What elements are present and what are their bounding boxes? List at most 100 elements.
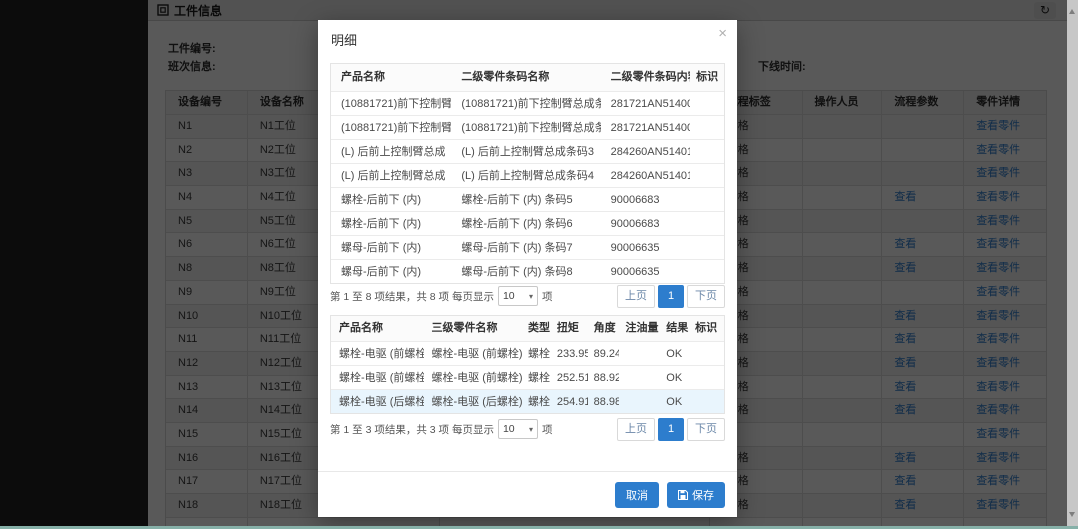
- col-mark: 标识: [690, 64, 724, 91]
- barcode-table: 产品名称 二级零件条码名称 二级零件条码内容 标识 (10881721)前下控制…: [330, 63, 725, 284]
- save-button[interactable]: 保存: [667, 482, 725, 508]
- cell: 252.51: [551, 366, 588, 389]
- scroll-up-icon[interactable]: [1069, 9, 1075, 14]
- cell: 284260AN5140123: [601, 164, 691, 187]
- cell: [690, 164, 724, 187]
- cell: (10881721)前下控制臂总成: [331, 116, 451, 139]
- scrollbar[interactable]: [1067, 0, 1078, 526]
- save-icon: [678, 490, 688, 500]
- cell: 284260AN5140110: [601, 140, 691, 163]
- torque-table-header: 产品名称 三级零件名称 类型 扭矩 角度 注油量 结果 标识: [331, 316, 724, 341]
- cell: 螺栓-后前下 (内): [331, 188, 451, 211]
- screen: 工件信息 ↻ 工件编号: 班次信息: 下线时间: 设备编号 设备名称 过程标签 …: [0, 0, 1078, 529]
- cell: [690, 236, 724, 259]
- page-1-button[interactable]: 1: [658, 285, 684, 308]
- cell: (L) 后前上控制臂总成条码4: [451, 164, 600, 187]
- chevron-down-icon: ▾: [529, 425, 533, 434]
- pagination-info: 第 1 至 8 项结果，共 8 项 每页显示 10 ▾ 项: [330, 286, 552, 306]
- per-page-value: 10: [503, 423, 515, 435]
- per-page-select[interactable]: 10 ▾: [498, 286, 538, 306]
- cell: 90006683: [601, 188, 691, 211]
- cancel-button[interactable]: 取消: [615, 482, 659, 508]
- cell: (L) 后前上控制臂总成: [331, 164, 451, 187]
- torque-table-body: 螺栓-电驱 (前螺栓)螺栓-电驱 (前螺栓) 1螺栓233.9589.24OK螺…: [331, 341, 724, 413]
- detail-modal: 明细 × 产品名称 二级零件条码名称 二级零件条码内容 标识 (10881721…: [318, 20, 737, 517]
- cell: 螺栓-电驱 (前螺栓) 2: [424, 366, 522, 389]
- scroll-down-icon[interactable]: [1069, 512, 1075, 517]
- cell: OK: [660, 342, 689, 365]
- col-angle: 角度: [588, 316, 620, 341]
- col-barcode-name: 二级零件条码名称: [451, 64, 600, 91]
- cell: 281721AN5140044: [601, 116, 691, 139]
- cell: 233.95: [551, 342, 588, 365]
- barcode-row: 螺栓-后前下 (内)螺栓-后前下 (内) 条码590006683: [331, 187, 724, 211]
- cell: 螺栓-电驱 (前螺栓): [331, 366, 424, 389]
- cell: 254.91: [551, 390, 588, 413]
- page-1-button[interactable]: 1: [658, 418, 684, 441]
- cancel-label: 取消: [626, 487, 648, 503]
- cell: OK: [660, 366, 689, 389]
- cell: [619, 390, 660, 413]
- torque-pagination: 第 1 至 3 项结果，共 3 项 每页显示 10 ▾ 项 上页 1 下页: [330, 417, 725, 441]
- cell: 螺母-后前下 (内) 条码8: [451, 260, 600, 283]
- cell: (10881721)前下控制臂总成条码1: [451, 92, 600, 115]
- cell: 螺母-后前下 (内): [331, 260, 451, 283]
- cell: [689, 342, 724, 365]
- cell: [619, 342, 660, 365]
- pagination-unit: 项: [542, 289, 553, 304]
- prev-page-button[interactable]: 上页: [617, 418, 655, 441]
- cell: 88.92: [588, 366, 620, 389]
- cell: 螺栓: [522, 342, 551, 365]
- per-page-value: 10: [503, 290, 515, 302]
- barcode-row: (L) 后前上控制臂总成(L) 后前上控制臂总成条码3284260AN51401…: [331, 139, 724, 163]
- close-icon[interactable]: ×: [718, 25, 727, 42]
- col-torque: 扭矩: [551, 316, 588, 341]
- barcode-table-body: (10881721)前下控制臂总成(10881721)前下控制臂总成条码1281…: [331, 91, 724, 283]
- prev-page-button[interactable]: 上页: [617, 285, 655, 308]
- cell: 螺栓-电驱 (后螺栓) 3: [424, 390, 522, 413]
- cell: [689, 366, 724, 389]
- cell: 90006683: [601, 212, 691, 235]
- torque-row: 螺栓-电驱 (前螺栓)螺栓-电驱 (前螺栓) 1螺栓233.9589.24OK: [331, 341, 724, 365]
- cell: [690, 212, 724, 235]
- cell: [690, 116, 724, 139]
- pagination-buttons: 上页 1 下页: [617, 418, 725, 441]
- cell: (10881721)前下控制臂总成: [331, 92, 451, 115]
- cell: 90006635: [601, 236, 691, 259]
- save-label: 保存: [692, 487, 714, 503]
- col-result: 结果: [660, 316, 689, 341]
- pagination-buttons: 上页 1 下页: [617, 285, 725, 308]
- cell: [689, 390, 724, 413]
- cell: 89.24: [588, 342, 620, 365]
- per-page-select[interactable]: 10 ▾: [498, 419, 538, 439]
- modal-footer: 取消 保存: [318, 471, 737, 517]
- cell: 螺栓-后前下 (内) 条码6: [451, 212, 600, 235]
- modal-title: 明细: [331, 30, 357, 49]
- cell: 90006635: [601, 260, 691, 283]
- torque-row: 螺栓-电驱 (后螺栓)螺栓-电驱 (后螺栓) 3螺栓254.9188.98 OK: [331, 389, 724, 413]
- barcode-row: (10881721)前下控制臂总成(10881721)前下控制臂总成条码1281…: [331, 91, 724, 115]
- next-page-button[interactable]: 下页: [687, 285, 725, 308]
- pagination-unit: 项: [542, 422, 553, 437]
- barcode-pagination: 第 1 至 8 项结果，共 8 项 每页显示 10 ▾ 项 上页 1 下页: [330, 284, 725, 308]
- torque-row: 螺栓-电驱 (前螺栓)螺栓-电驱 (前螺栓) 2螺栓252.5188.92 OK: [331, 365, 724, 389]
- col-oil-amount: 注油量: [619, 316, 660, 341]
- cell: 螺栓: [522, 366, 551, 389]
- pagination-info: 第 1 至 3 项结果，共 3 项 每页显示 10 ▾ 项: [330, 419, 552, 439]
- cell: 螺栓: [522, 390, 551, 413]
- cell: 88.98: [588, 390, 620, 413]
- cell: (L) 后前上控制臂总成条码3: [451, 140, 600, 163]
- cell: [690, 260, 724, 283]
- barcode-table-header: 产品名称 二级零件条码名称 二级零件条码内容 标识: [331, 64, 724, 91]
- cell: [690, 188, 724, 211]
- cell: 螺栓-电驱 (后螺栓): [331, 390, 424, 413]
- barcode-row: 螺母-后前下 (内)螺母-后前下 (内) 条码790006635: [331, 235, 724, 259]
- cell: 螺栓-后前下 (内) 条码5: [451, 188, 600, 211]
- cell: OK: [660, 390, 689, 413]
- cell: 281721AN5140045: [601, 92, 691, 115]
- chevron-down-icon: ▾: [529, 292, 533, 301]
- col-part-name: 三级零件名称: [424, 316, 522, 341]
- cell: (10881721)前下控制臂总成条码2: [451, 116, 600, 139]
- next-page-button[interactable]: 下页: [687, 418, 725, 441]
- pagination-info-text: 第 1 至 3 项结果，共 3 项 每页显示: [330, 422, 494, 437]
